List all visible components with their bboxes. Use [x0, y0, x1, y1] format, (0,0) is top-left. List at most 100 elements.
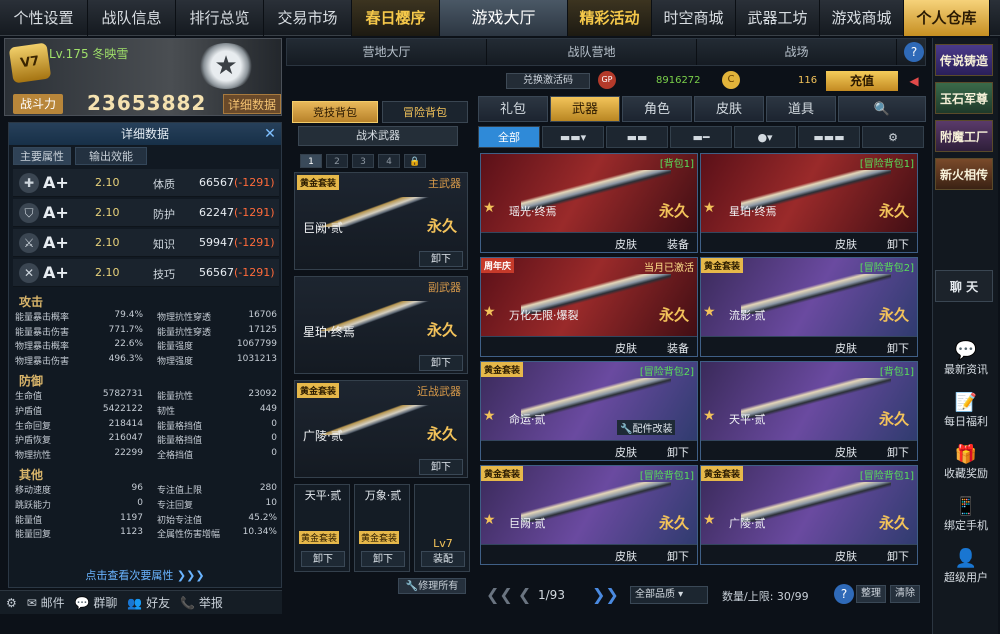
grenade-filter-icon[interactable]: ●▾: [734, 126, 796, 148]
unequip-button[interactable]: 卸下: [361, 551, 405, 567]
settings-icon[interactable]: ⚙: [862, 126, 924, 148]
small-item-slot[interactable]: 万象·贰 黄金套装 卸下: [354, 484, 410, 572]
tab-character[interactable]: 角色: [622, 96, 692, 122]
fire-legacy-button[interactable]: 新火相传: [935, 158, 993, 190]
chat-button[interactable]: 聊 天: [935, 270, 993, 302]
next-page-icon[interactable]: ❯❯: [592, 585, 619, 604]
tab-gift[interactable]: 礼包: [478, 96, 548, 122]
repair-all-button[interactable]: 🔧修理所有: [398, 578, 466, 594]
skin-button[interactable]: 皮肤: [835, 444, 857, 460]
skin-button[interactable]: 皮肤: [615, 340, 637, 356]
quality-select[interactable]: 全部品质 ▾: [630, 586, 708, 604]
settings-icon[interactable]: ⚙: [6, 596, 17, 610]
clear-button[interactable]: 清除: [890, 585, 920, 603]
unequip-button[interactable]: 卸下: [419, 459, 463, 475]
equip-button[interactable]: 装备: [667, 236, 689, 252]
unequip-button[interactable]: 卸下: [667, 444, 689, 460]
equipped-weapon-slot[interactable]: 黄金套装 近战武器 广陵·贰 永久 卸下: [294, 380, 468, 478]
skin-button[interactable]: 皮肤: [615, 444, 637, 460]
super-user-icon[interactable]: 👤 超级用户: [939, 548, 993, 585]
tab-time-mall[interactable]: 时空商城: [652, 0, 736, 36]
bag-page-1[interactable]: 1: [300, 154, 322, 168]
skin-button[interactable]: 皮肤: [615, 548, 637, 564]
tab-adventure-bag[interactable]: 冒险背包: [382, 101, 468, 123]
small-item-slot[interactable]: 天平·贰 黄金套装 卸下: [294, 484, 350, 572]
tab-spring-event[interactable]: 春日樱序: [352, 0, 440, 36]
tab-game-lobby[interactable]: 游戏大厅: [440, 0, 568, 36]
tab-item[interactable]: 道具: [766, 96, 836, 122]
favorite-reward-icon[interactable]: 🎁 收藏奖励: [939, 444, 993, 481]
weapon-card[interactable]: [背包1] ★ 天平·贰 永久 皮肤 卸下: [700, 361, 918, 461]
detail-data-button[interactable]: 详细数据: [223, 94, 281, 114]
help-icon[interactable]: ?: [834, 584, 854, 604]
news-icon[interactable]: 💬 最新资讯: [939, 340, 993, 377]
jade-button[interactable]: 玉石军尊: [935, 82, 993, 114]
melee-filter-icon[interactable]: ▬━: [670, 126, 732, 148]
filter-all[interactable]: 全部: [478, 126, 540, 148]
tab-output-efficiency[interactable]: 输出效能: [75, 147, 147, 165]
unequip-button[interactable]: 卸下: [419, 355, 463, 371]
equipped-weapon-slot[interactable]: 副武器 星珀·终焉 永久 卸下: [294, 276, 468, 374]
weapon-card[interactable]: 黄金套装 [冒险背包1] ★ 广陵·贰 永久 皮肤 卸下: [700, 465, 918, 565]
bag-page-4[interactable]: 4: [378, 154, 400, 168]
heavy-filter-icon[interactable]: ▬▬▬: [798, 126, 860, 148]
tab-personalize[interactable]: 个性设置: [0, 0, 88, 36]
unequip-button[interactable]: 卸下: [887, 548, 909, 564]
prev-page-icon[interactable]: ❮❮ ❮: [486, 585, 531, 604]
unequip-button[interactable]: 卸下: [419, 251, 463, 267]
tab-market[interactable]: 交易市场: [264, 0, 352, 36]
small-item-slot[interactable]: Lv7 装配: [414, 484, 470, 572]
skin-button[interactable]: 皮肤: [835, 340, 857, 356]
equip-button[interactable]: 装备: [667, 340, 689, 356]
tab-events[interactable]: 精彩活动: [568, 0, 652, 36]
sort-button[interactable]: 整理: [856, 585, 886, 603]
unequip-button[interactable]: 卸下: [887, 340, 909, 356]
tab-rankings[interactable]: 排行总览: [176, 0, 264, 36]
tab-battlefield[interactable]: 战场: [697, 39, 897, 65]
tab-team-info[interactable]: 战队信息: [88, 0, 176, 36]
mod-button[interactable]: 🔧配件改装: [617, 420, 676, 435]
secondary-attributes-link[interactable]: 点击查看次要属性 ❯❯❯: [9, 567, 281, 583]
weapon-card[interactable]: [冒险背包1] ★ 星珀·终焉 永久 皮肤 卸下: [700, 153, 918, 253]
recharge-button[interactable]: 充值: [826, 71, 898, 91]
daily-bonus-icon[interactable]: 📝 每日福利: [939, 392, 993, 429]
friends-button[interactable]: 👥 好友: [127, 594, 170, 611]
weapon-card[interactable]: [背包1] ★ 瑶光·终焉 永久 皮肤 装备: [480, 153, 698, 253]
equipped-weapon-slot[interactable]: 黄金套装 主武器 巨阙·贰 永久 卸下: [294, 172, 468, 270]
unequip-button[interactable]: 卸下: [887, 444, 909, 460]
rifle-filter-icon[interactable]: ▬▬▾: [542, 126, 604, 148]
unequip-button[interactable]: 卸下: [667, 548, 689, 564]
report-button[interactable]: 📞 举报: [180, 594, 223, 611]
enchant-factory-button[interactable]: 附魔工厂: [935, 120, 993, 152]
tab-skin[interactable]: 皮肤: [694, 96, 764, 122]
weapon-card[interactable]: 周年庆 当月已激活 ★ 万化无限·爆裂 永久 皮肤 装备: [480, 257, 698, 357]
unequip-button[interactable]: 卸下: [301, 551, 345, 567]
search-icon[interactable]: 🔍: [838, 96, 926, 122]
unequip-button[interactable]: 卸下: [887, 236, 909, 252]
skin-button[interactable]: 皮肤: [835, 548, 857, 564]
weapon-card[interactable]: 黄金套装 [冒险背包1] ★ 巨阙·贰 永久 皮肤 卸下: [480, 465, 698, 565]
close-icon[interactable]: ✕: [261, 125, 279, 143]
mail-button[interactable]: ✉ 邮件: [27, 594, 65, 611]
bind-phone-icon[interactable]: 📱 绑定手机: [939, 496, 993, 533]
pistol-filter-icon[interactable]: ▬▬: [606, 126, 668, 148]
skin-button[interactable]: 皮肤: [835, 236, 857, 252]
tab-competitive-bag[interactable]: 竞技背包: [292, 101, 378, 123]
tab-team-camp[interactable]: 战队营地: [487, 39, 697, 65]
tab-game-mall[interactable]: 游戏商城: [820, 0, 904, 36]
bag-page-2[interactable]: 2: [326, 154, 348, 168]
tab-camp-hall[interactable]: 营地大厅: [287, 39, 487, 65]
equip-button[interactable]: 装配: [421, 551, 465, 567]
tab-weapon-workshop[interactable]: 武器工坊: [736, 0, 820, 36]
bag-page-3[interactable]: 3: [352, 154, 374, 168]
weapon-card[interactable]: 黄金套装 [冒险背包2] ★ 命运·贰 🔧配件改装 皮肤 卸下: [480, 361, 698, 461]
redeem-code-button[interactable]: 兑换激活码: [506, 73, 590, 89]
legend-forge-button[interactable]: 传说铸造: [935, 44, 993, 76]
tab-weapon[interactable]: 武器: [550, 96, 620, 122]
group-chat-button[interactable]: 💬 群聊: [75, 594, 118, 611]
weapon-card[interactable]: 黄金套装 [冒险背包2] ★ 流影·贰 永久 皮肤 卸下: [700, 257, 918, 357]
help-icon[interactable]: ?: [904, 42, 924, 62]
skin-button[interactable]: 皮肤: [615, 236, 637, 252]
tab-warehouse[interactable]: 个人仓库: [904, 0, 990, 36]
tab-main-attributes[interactable]: 主要属性: [13, 147, 71, 165]
